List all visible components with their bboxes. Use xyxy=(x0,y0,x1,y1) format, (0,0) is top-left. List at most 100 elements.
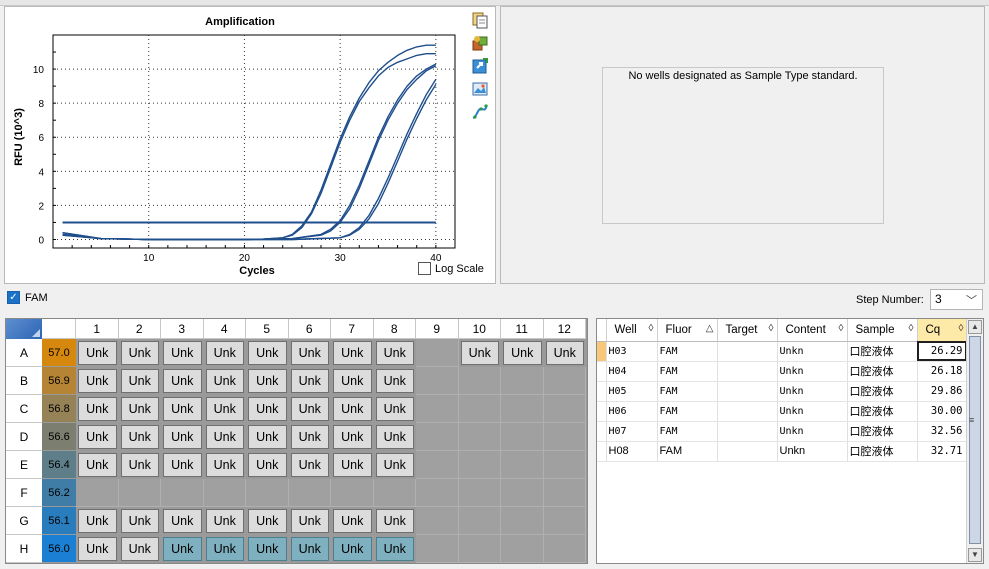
plate-well-button[interactable]: Unk xyxy=(333,537,372,561)
plate-well-button[interactable]: Unk xyxy=(78,509,117,533)
table-row[interactable]: H04 FAM Unkn 口腔液体 26.18 xyxy=(597,361,968,382)
plate-row-header[interactable]: F xyxy=(6,479,42,507)
plate-well-button[interactable]: Unk xyxy=(248,537,287,561)
col-header-well[interactable]: Well ◊ xyxy=(606,319,658,342)
plate-well-empty[interactable] xyxy=(458,451,501,479)
plate-column-header[interactable]: 8 xyxy=(373,319,416,339)
plate-well-button[interactable]: Unk xyxy=(375,397,414,421)
plate-well-button[interactable]: Unk xyxy=(120,369,159,393)
plate-well-button[interactable]: Unk xyxy=(78,341,117,365)
plate-well-empty[interactable] xyxy=(288,479,331,507)
plate-well-empty[interactable] xyxy=(458,535,501,563)
plate-well-button[interactable]: Unk xyxy=(375,369,414,393)
plate-well-empty[interactable] xyxy=(501,479,544,507)
plate-well-button[interactable]: Unk xyxy=(333,369,372,393)
plate-row-header[interactable]: G xyxy=(6,507,42,535)
plate-well-empty[interactable] xyxy=(501,451,544,479)
step-number-select[interactable]: 3 ﹀ xyxy=(930,289,983,310)
plate-select-all-corner[interactable] xyxy=(6,319,42,339)
plate-well-button[interactable]: Unk xyxy=(460,341,499,365)
table-row[interactable]: H03 FAM Unkn 口腔液体 26.29 xyxy=(597,341,968,362)
plate-well-empty[interactable] xyxy=(416,339,459,367)
plate-well-button[interactable]: Unk xyxy=(290,537,329,561)
plate-well-empty[interactable] xyxy=(118,479,161,507)
plate-well-button[interactable]: Unk xyxy=(375,509,414,533)
plate-column-header[interactable]: 1 xyxy=(76,319,119,339)
plate-well-button[interactable]: Unk xyxy=(248,425,287,449)
plate-row-header[interactable]: E xyxy=(6,451,42,479)
plate-well-empty[interactable] xyxy=(543,479,586,507)
plate-column-header[interactable]: 11 xyxy=(501,319,544,339)
plate-well-empty[interactable] xyxy=(416,367,459,395)
plate-column-header[interactable]: 10 xyxy=(458,319,501,339)
col-header-content[interactable]: Content ◊ xyxy=(777,319,848,342)
plate-well-button[interactable]: Unk xyxy=(375,453,414,477)
plate-well-button[interactable]: Unk xyxy=(375,341,414,365)
plate-well-empty[interactable] xyxy=(501,423,544,451)
plate-well-button[interactable]: Unk xyxy=(120,453,159,477)
plate-well-button[interactable]: Unk xyxy=(248,453,287,477)
plate-well-empty[interactable] xyxy=(543,367,586,395)
plate-well-empty[interactable] xyxy=(76,479,119,507)
plate-well-button[interactable]: Unk xyxy=(205,537,244,561)
plate-well-button[interactable]: Unk xyxy=(163,537,202,561)
plate-well-button[interactable]: Unk xyxy=(205,397,244,421)
plate-well-empty[interactable] xyxy=(501,535,544,563)
plate-well-button[interactable]: Unk xyxy=(375,537,414,561)
refresh-icon[interactable] xyxy=(471,57,489,75)
plate-well-button[interactable]: Unk xyxy=(78,453,117,477)
plate-row-header[interactable]: H xyxy=(6,535,42,563)
table-row[interactable]: H08 FAM Unkn 口腔液体 32.71 xyxy=(597,441,968,462)
plate-well-empty[interactable] xyxy=(543,423,586,451)
plate-well-button[interactable]: Unk xyxy=(78,425,117,449)
plate-well-empty[interactable] xyxy=(416,535,459,563)
plate-well-button[interactable]: Unk xyxy=(78,369,117,393)
plate-column-header[interactable]: 6 xyxy=(288,319,331,339)
results-scrollbar[interactable]: ▲ ≡ ▼ xyxy=(966,319,983,563)
plate-row-header[interactable]: B xyxy=(6,367,42,395)
scroll-up-icon[interactable]: ▲ xyxy=(968,320,982,334)
plate-column-header[interactable]: 2 xyxy=(118,319,161,339)
plate-well-empty[interactable] xyxy=(458,395,501,423)
plate-well-empty[interactable] xyxy=(416,423,459,451)
plate-well-button[interactable]: Unk xyxy=(333,425,372,449)
scroll-down-icon[interactable]: ▼ xyxy=(968,548,982,562)
copy-icon[interactable] xyxy=(471,11,489,29)
plate-well-empty[interactable] xyxy=(161,479,204,507)
plate-well-button[interactable]: Unk xyxy=(205,425,244,449)
curve-icon[interactable] xyxy=(471,103,489,121)
fam-checkbox[interactable]: ✓ xyxy=(7,291,20,304)
plate-well-button[interactable]: Unk xyxy=(290,425,329,449)
scrollbar-thumb[interactable] xyxy=(969,336,981,544)
plate-row-header[interactable]: A xyxy=(6,339,42,367)
plate-well-empty[interactable] xyxy=(416,451,459,479)
plate-well-empty[interactable] xyxy=(246,479,289,507)
plate-well-button[interactable]: Unk xyxy=(163,425,202,449)
table-row[interactable]: H05 FAM Unkn 口腔液体 29.86 xyxy=(597,381,968,402)
plate-well-empty[interactable] xyxy=(501,395,544,423)
log-scale-toggle[interactable]: Log Scale xyxy=(418,262,484,275)
plate-column-header[interactable]: 9 xyxy=(416,319,459,339)
plate-well-button[interactable]: Unk xyxy=(290,397,329,421)
plate-well-button[interactable]: Unk xyxy=(248,341,287,365)
table-row[interactable]: H06 FAM Unkn 口腔液体 30.00 xyxy=(597,401,968,422)
plate-well-button[interactable]: Unk xyxy=(78,537,117,561)
plate-column-header[interactable]: 5 xyxy=(246,319,289,339)
image-icon[interactable] xyxy=(471,80,489,98)
table-row[interactable]: H07 FAM Unkn 口腔液体 32.56 xyxy=(597,421,968,442)
plate-row-header[interactable]: C xyxy=(6,395,42,423)
plate-column-header[interactable]: 3 xyxy=(161,319,204,339)
fam-fluor-toggle[interactable]: ✓ FAM xyxy=(7,291,48,304)
plate-well-button[interactable]: Unk xyxy=(333,509,372,533)
plate-well-button[interactable]: Unk xyxy=(333,397,372,421)
plate-well-button[interactable]: Unk xyxy=(163,453,202,477)
plate-well-button[interactable]: Unk xyxy=(248,397,287,421)
plate-well-button[interactable]: Unk xyxy=(205,369,244,393)
plate-column-header[interactable]: 7 xyxy=(331,319,374,339)
plate-well-empty[interactable] xyxy=(543,395,586,423)
plate-well-button[interactable]: Unk xyxy=(248,509,287,533)
col-header-fluor[interactable]: Fluor △ xyxy=(657,319,718,342)
col-header-cq[interactable]: Cq ◊ xyxy=(917,319,968,342)
plate-well-button[interactable]: Unk xyxy=(78,397,117,421)
plate-well-button[interactable]: Unk xyxy=(333,341,372,365)
